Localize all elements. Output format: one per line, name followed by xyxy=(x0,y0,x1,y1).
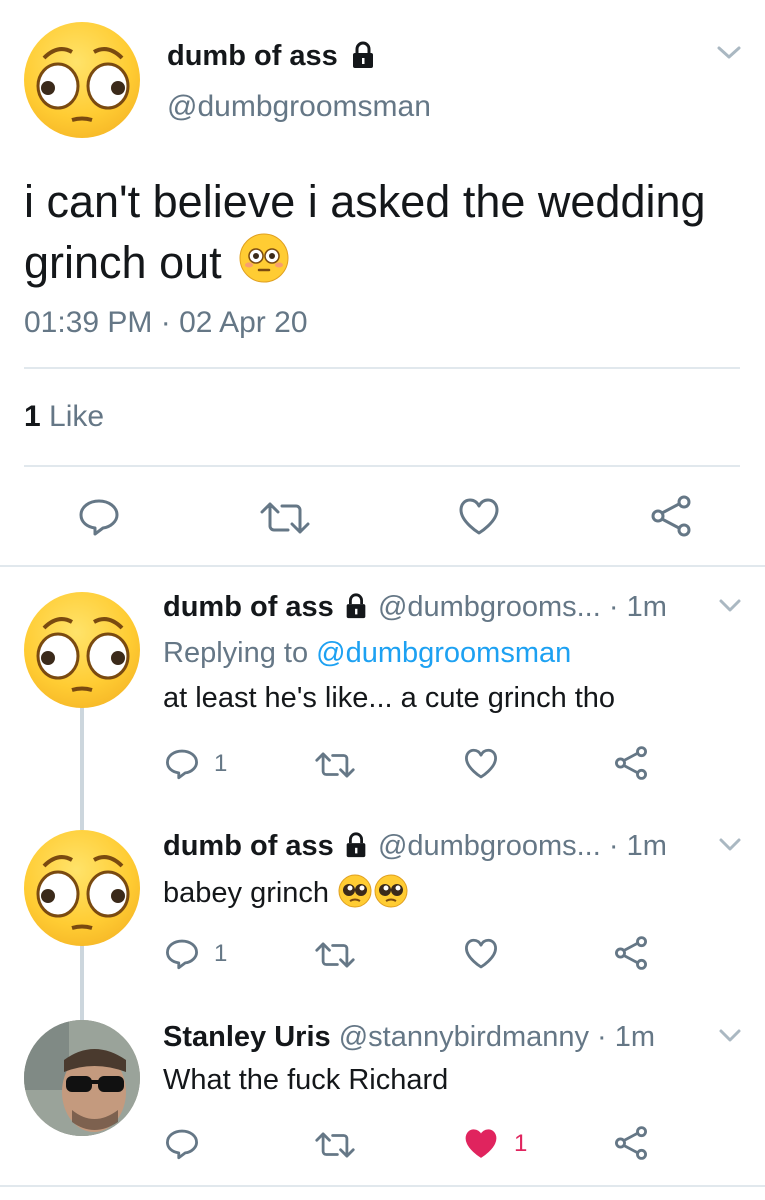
display-name[interactable]: dumb of ass xyxy=(167,40,378,73)
reply-text: at least he's like... a cute grinch tho xyxy=(163,682,616,714)
speech-bubble-icon[interactable] xyxy=(78,498,120,536)
reply-header: dumb of ass @dumbgrooms... · 1m xyxy=(163,830,667,863)
profile-photo-icon xyxy=(24,1020,140,1136)
handle[interactable]: @dumbgrooms... xyxy=(378,591,601,623)
display-name[interactable]: Stanley Uris xyxy=(163,1021,331,1053)
time: · 1m xyxy=(597,1021,656,1053)
chevron-down-icon[interactable] xyxy=(718,1028,742,1044)
retweet-icon[interactable] xyxy=(312,750,358,780)
chevron-down-icon[interactable] xyxy=(718,598,742,614)
flushed-face-icon xyxy=(36,47,130,122)
tweet-text: i can't believe i asked the wedding grin… xyxy=(24,176,706,288)
flushed-face-icon xyxy=(36,855,130,930)
share-icon[interactable] xyxy=(614,936,648,970)
avatar[interactable] xyxy=(24,592,140,708)
lock-icon xyxy=(352,41,373,69)
heart-icon[interactable] xyxy=(464,938,498,970)
chevron-down-icon[interactable] xyxy=(716,44,742,62)
replying-to: Replying to @dumbgroomsman xyxy=(163,637,572,669)
reply-text: babey grinch xyxy=(163,873,409,910)
thread-line xyxy=(80,945,84,1020)
handle[interactable]: @dumbgrooms... xyxy=(378,830,601,862)
flushed-face-icon xyxy=(36,617,130,692)
reply-count: 1 xyxy=(214,940,228,967)
speech-bubble-icon[interactable] xyxy=(165,938,199,970)
speech-bubble-icon[interactable] xyxy=(165,748,199,780)
reply-header: dumb of ass @dumbgrooms... · 1m xyxy=(163,591,667,624)
handle[interactable]: @dumbgroomsman xyxy=(167,90,431,124)
reply-count: 1 xyxy=(214,750,228,777)
divider xyxy=(0,1185,765,1187)
share-icon[interactable] xyxy=(650,495,692,537)
avatar[interactable] xyxy=(24,1020,140,1136)
lock-icon xyxy=(346,593,366,619)
heart-icon[interactable] xyxy=(458,498,500,536)
like-count: 1 xyxy=(514,1130,528,1157)
heart-icon[interactable] xyxy=(464,748,498,780)
retweet-icon[interactable] xyxy=(312,1130,358,1160)
lock-icon xyxy=(346,832,366,858)
like-stats[interactable]: 1 Like xyxy=(24,400,104,434)
divider xyxy=(24,367,740,369)
flushed-face-icon xyxy=(239,233,289,283)
divider xyxy=(0,565,765,567)
heart-icon-liked[interactable] xyxy=(464,1128,498,1160)
display-name[interactable]: dumb of ass xyxy=(163,830,334,862)
time: · 1m xyxy=(608,591,667,623)
handle[interactable]: @stannybirdmanny xyxy=(339,1021,589,1053)
share-icon[interactable] xyxy=(614,1126,648,1160)
speech-bubble-icon[interactable] xyxy=(165,1128,199,1160)
avatar[interactable] xyxy=(24,830,140,946)
timestamp: 01:39 PM · 02 Apr 20 xyxy=(24,306,308,339)
thread-line xyxy=(80,705,84,830)
reply-text: What the fuck Richard xyxy=(163,1064,449,1096)
retweet-icon[interactable] xyxy=(312,940,358,970)
pleading-face-icon xyxy=(374,874,408,908)
time: · 1m xyxy=(608,830,667,862)
reply-header: Stanley Uris @stannybirdmanny · 1m xyxy=(163,1021,655,1054)
chevron-down-icon[interactable] xyxy=(718,837,742,853)
retweet-icon[interactable] xyxy=(256,500,314,536)
avatar[interactable] xyxy=(24,22,140,138)
mention-link[interactable]: @dumbgroomsman xyxy=(316,637,571,669)
display-name[interactable]: dumb of ass xyxy=(163,591,334,623)
share-icon[interactable] xyxy=(614,746,648,780)
divider xyxy=(24,465,740,467)
pleading-face-icon xyxy=(338,874,372,908)
